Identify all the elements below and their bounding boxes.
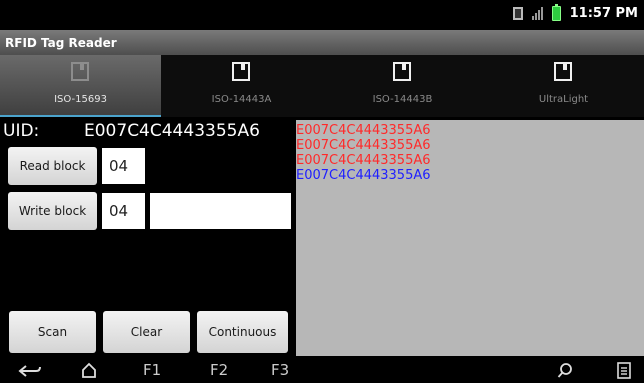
tab-iso-14443a[interactable]: ISO-14443A: [161, 55, 322, 117]
f2-key[interactable]: F2: [210, 361, 228, 379]
signal-icon: [531, 7, 543, 20]
uid-log-panel[interactable]: E007C4C4443355A6 E007C4C4443355A6 E007C4…: [296, 120, 644, 356]
tab-ultralight[interactable]: UltraLight: [483, 55, 644, 117]
status-bar: 11:57 PM: [0, 0, 644, 30]
log-line: E007C4C4443355A6: [296, 123, 431, 138]
tab-label: ISO-14443B: [372, 94, 433, 105]
log-line: E007C4C4443355A6: [296, 153, 431, 168]
tag-icon: [232, 62, 250, 81]
write-block-button[interactable]: Write block: [8, 192, 97, 230]
f3-key[interactable]: F3: [271, 361, 289, 379]
log-line: E007C4C4443355A6: [296, 168, 431, 183]
back-icon[interactable]: [18, 364, 42, 378]
tab-iso-15693[interactable]: ISO-15693: [0, 55, 161, 117]
read-block-button[interactable]: Read block: [8, 147, 97, 185]
notification-icon: [512, 7, 523, 20]
tab-label: UltraLight: [538, 94, 589, 105]
tab-label: ISO-14443A: [211, 94, 272, 105]
tab-bar: ISO-15693 ISO-14443A ISO-14443B UltraLig…: [0, 55, 644, 117]
tab-iso-14443b[interactable]: ISO-14443B: [322, 55, 483, 117]
write-data-field[interactable]: [150, 193, 291, 229]
status-icons: 11:57 PM: [512, 4, 638, 21]
tag-icon: [71, 62, 89, 81]
tag-icon: [554, 62, 572, 81]
status-time: 11:57 PM: [569, 6, 638, 21]
uid-label: UID:: [3, 121, 40, 141]
home-icon[interactable]: [81, 362, 97, 379]
clear-button[interactable]: Clear: [103, 311, 190, 353]
f1-key[interactable]: F1: [143, 361, 161, 379]
menu-icon[interactable]: [617, 362, 631, 379]
continuous-button[interactable]: Continuous: [197, 311, 288, 353]
app-title: RFID Tag Reader: [5, 36, 117, 50]
battery-icon: [551, 4, 561, 21]
search-icon[interactable]: [557, 362, 573, 379]
scan-button[interactable]: Scan: [9, 311, 96, 353]
navigation-bar: F1 F2 F3: [0, 359, 644, 383]
write-block-number-field[interactable]: 04: [102, 193, 145, 229]
tab-label: ISO-15693: [54, 94, 107, 105]
tag-icon: [393, 62, 411, 81]
log-line: E007C4C4443355A6: [296, 138, 431, 153]
uid-value: E007C4C4443355A6: [84, 121, 260, 141]
read-block-number-field[interactable]: 04: [102, 148, 145, 184]
app-title-bar: RFID Tag Reader: [0, 30, 644, 55]
